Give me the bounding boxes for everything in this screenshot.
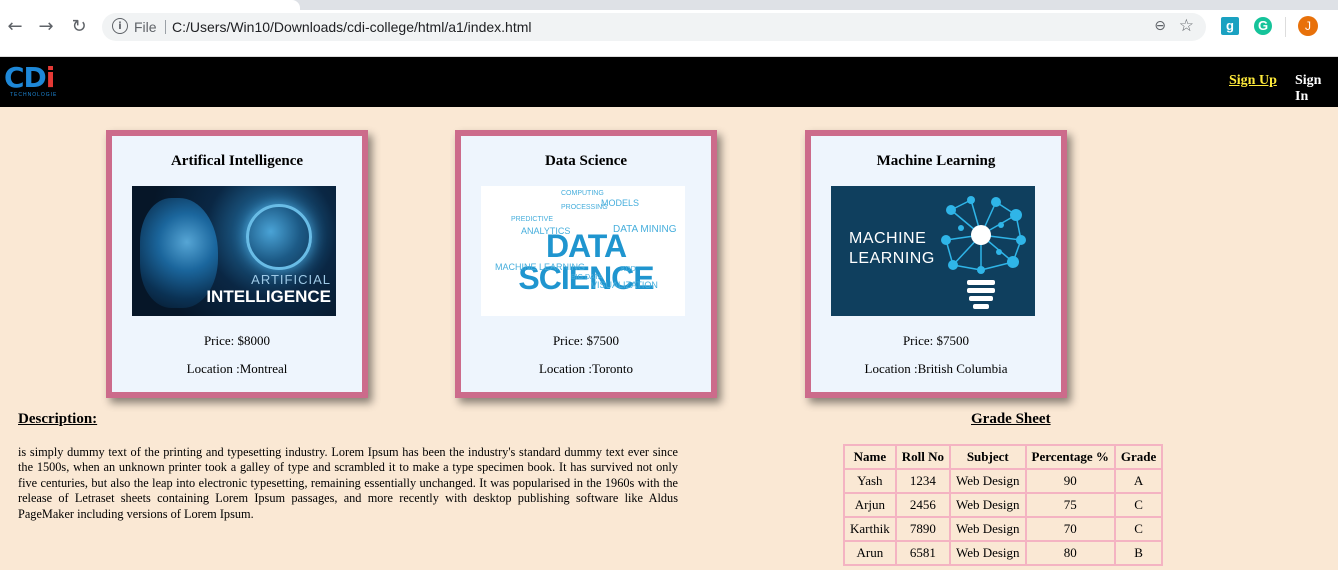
logo-subtitle: TECHNOLOGIE xyxy=(10,92,58,98)
cell-percentage: 70 xyxy=(1025,517,1115,541)
divider xyxy=(165,20,166,34)
cell-subject: Web Design xyxy=(949,517,1026,541)
table-row: Arjun 2456 Web Design 75 C xyxy=(844,493,1163,517)
zoom-icon[interactable]: ⊖ xyxy=(1154,18,1166,34)
card-price: Price: $7500 xyxy=(552,333,620,348)
card-price: Price: $8000 xyxy=(203,333,271,348)
grammarly-icon[interactable]: G xyxy=(1254,17,1272,35)
image-caption: INTELLIGENCE xyxy=(206,287,331,306)
cell-subject: Web Design xyxy=(949,541,1026,565)
column-header-percentage: Percentage % xyxy=(1025,445,1115,469)
cell-roll-no: 1234 xyxy=(895,469,950,493)
cell-percentage: 75 xyxy=(1025,493,1115,517)
description-heading: Description: xyxy=(18,411,98,427)
cell-grade: C xyxy=(1114,517,1163,541)
cell-grade: A xyxy=(1114,469,1163,493)
cell-subject: Web Design xyxy=(949,493,1026,517)
cell-roll-no: 6581 xyxy=(895,541,950,565)
bookmark-star-icon[interactable]: ☆ xyxy=(1179,16,1194,36)
card-title: Artifical Intelligence xyxy=(170,153,304,169)
sign-up-link[interactable]: Sign Up xyxy=(1229,73,1277,89)
column-header-name: Name xyxy=(844,445,896,469)
card-location: Location :British Columbia xyxy=(864,361,1008,376)
cell-subject: Web Design xyxy=(949,469,1026,493)
image-word: COMPUTING xyxy=(561,190,604,197)
card-location: Location :Toronto xyxy=(538,361,634,376)
table-header-row: Name Roll No Subject Percentage % Grade xyxy=(844,445,1163,469)
address-bar[interactable]: i File C:/Users/Win10/Downloads/cdi-coll… xyxy=(102,13,1206,41)
image-caption: ARTIFICIAL xyxy=(251,272,331,287)
tab-strip xyxy=(0,0,1338,10)
ring-graphic xyxy=(246,204,312,270)
card-title: Machine Learning xyxy=(876,153,996,169)
course-card-data-science: Data Science ANALYTICS DATA MINING DATA … xyxy=(455,130,717,398)
cell-roll-no: 2456 xyxy=(895,493,950,517)
reload-icon[interactable]: ↻ xyxy=(68,16,90,38)
profile-avatar[interactable]: J xyxy=(1298,16,1318,36)
info-icon[interactable]: i xyxy=(112,18,128,34)
card-price: Price: $7500 xyxy=(902,333,970,348)
course-card-machine-learning: Machine Learning MACHINE LEARNING Price:… xyxy=(805,130,1067,398)
file-label: File xyxy=(134,19,157,35)
image-word: MACHINE LEARNING xyxy=(495,262,586,272)
course-card-ai: Artifical Intelligence ARTIFICIAL INTELL… xyxy=(106,130,368,398)
machine-learning-image: MACHINE LEARNING xyxy=(831,186,1035,316)
active-tab[interactable] xyxy=(0,0,300,10)
image-word: PREDICTIVE xyxy=(511,216,554,223)
cell-percentage: 80 xyxy=(1025,541,1115,565)
cell-grade: C xyxy=(1114,493,1163,517)
image-word: VISUALIZATION xyxy=(591,280,658,290)
image-word: PROCESSING xyxy=(561,204,608,211)
url-text[interactable]: C:/Users/Win10/Downloads/cdi-college/htm… xyxy=(172,19,531,35)
image-word: BIG DATA xyxy=(571,274,603,281)
grade-table: Name Roll No Subject Percentage % Grade … xyxy=(843,444,1164,566)
card-location: Location :Montreal xyxy=(186,361,288,376)
column-header-subject: Subject xyxy=(949,445,1026,469)
data-science-image: ANALYTICS DATA MINING DATA SCIENCE MACHI… xyxy=(481,186,685,316)
logo-text: CDi xyxy=(4,61,55,94)
description-text: is simply dummy text of the printing and… xyxy=(18,445,678,521)
image-word: KDD xyxy=(621,266,636,273)
table-row: Arun 6581 Web Design 80 B xyxy=(844,541,1163,565)
site-header: CDi TECHNOLOGIE Sign Up Sign In xyxy=(0,57,1338,107)
cell-grade: B xyxy=(1114,541,1163,565)
cell-name: Yash xyxy=(844,469,896,493)
table-row: Yash 1234 Web Design 90 A xyxy=(844,469,1163,493)
grade-sheet-heading: Grade Sheet xyxy=(971,411,1051,427)
cell-name: Arjun xyxy=(844,493,896,517)
image-caption: LEARNING xyxy=(849,250,935,267)
extension-g-icon[interactable]: g xyxy=(1221,17,1239,35)
back-arrow-icon[interactable]: ← xyxy=(4,16,26,38)
forward-arrow-icon[interactable]: → xyxy=(35,16,57,38)
ai-image: ARTIFICIAL INTELLIGENCE xyxy=(132,186,336,316)
cell-percentage: 90 xyxy=(1025,469,1115,493)
table-row: Karthik 7890 Web Design 70 C xyxy=(844,517,1163,541)
divider xyxy=(1285,17,1286,37)
card-title: Data Science xyxy=(544,153,628,169)
sign-in-link[interactable]: Sign In xyxy=(1295,73,1338,105)
cell-name: Karthik xyxy=(844,517,896,541)
browser-toolbar: ← → ↻ i File C:/Users/Win10/Downloads/cd… xyxy=(0,0,1338,57)
column-header-roll-no: Roll No xyxy=(895,445,950,469)
logo[interactable]: CDi TECHNOLOGIE xyxy=(4,61,58,99)
cell-name: Arun xyxy=(844,541,896,565)
cell-roll-no: 7890 xyxy=(895,517,950,541)
image-caption: MACHINE xyxy=(849,230,927,247)
column-header-grade: Grade xyxy=(1114,445,1163,469)
lightbulb-network-icon xyxy=(941,196,1026,309)
